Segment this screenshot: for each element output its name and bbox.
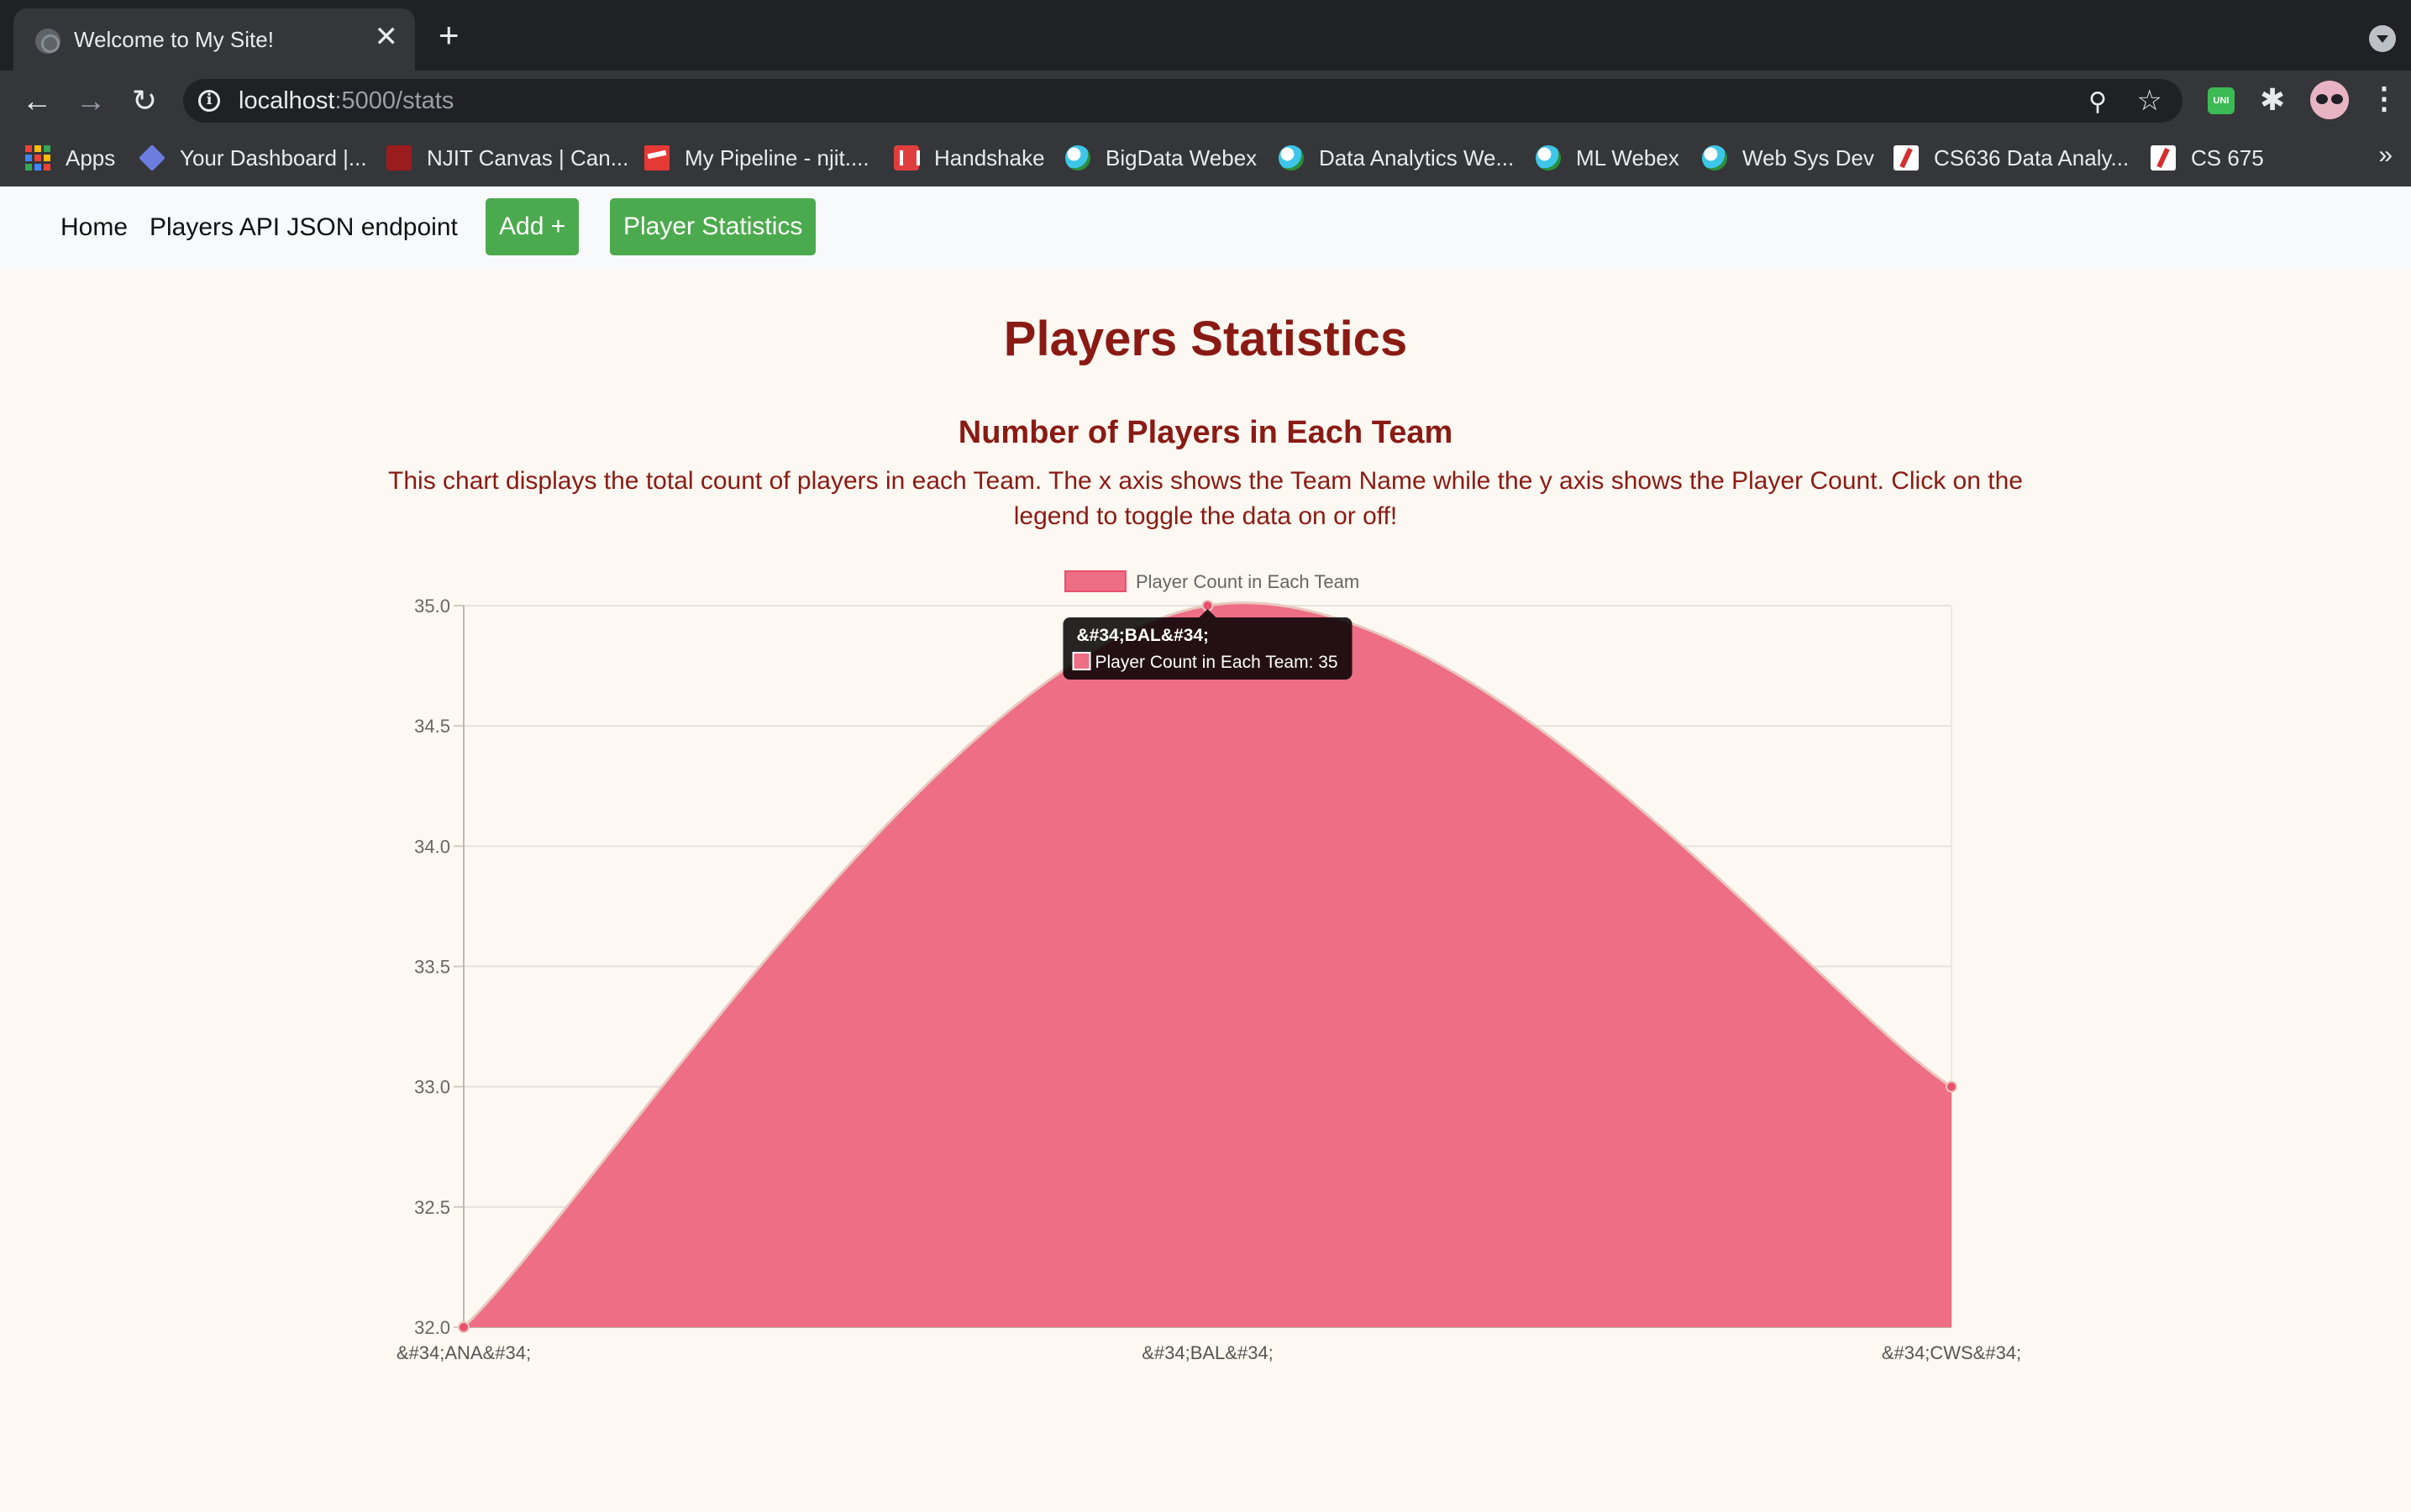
y-tick-label: 35.0 (414, 596, 450, 617)
data-point[interactable] (1946, 1080, 1957, 1093)
tooltip-label: Player Count in Each Team: 35 (1095, 653, 1338, 672)
data-point[interactable] (458, 1321, 470, 1333)
canvas-icon (2151, 145, 2176, 171)
reload-icon[interactable]: ↻ (124, 81, 165, 121)
profile-avatar[interactable] (2310, 81, 2349, 119)
bookmark-web-sys-dev[interactable]: Web Sys Dev (1702, 143, 1874, 173)
browser-toolbar: ← → ↻ localhost:5000/stats ⚲ ☆ UNI ✱ ⋮ (0, 71, 2411, 131)
bookmark-apps[interactable]: Apps (25, 143, 115, 173)
x-tick-label: &#34;BAL&#34; (1142, 1342, 1274, 1363)
webex-icon (1702, 145, 1727, 171)
handshake-icon (894, 145, 920, 171)
y-tick-label: 32.0 (414, 1317, 450, 1338)
njit-icon (386, 145, 412, 171)
bookmark-label: Handshake (934, 144, 1045, 171)
browser-tab[interactable]: Welcome to My Site! ✕ (13, 8, 415, 71)
legend-label[interactable]: Player Count in Each Team (1136, 571, 1359, 592)
tab-title: Welcome to My Site! (74, 27, 274, 52)
tooltip-swatch (1072, 652, 1091, 670)
tab-search-icon[interactable] (2369, 25, 2396, 52)
tooltip-title: &#34;BAL&#34; (1077, 626, 1210, 645)
close-tab-icon[interactable]: ✕ (375, 20, 399, 54)
url-text[interactable]: localhost:5000/stats (239, 87, 454, 115)
bookmark-njit-canvas[interactable]: NJIT Canvas | Can... (386, 143, 628, 173)
add-player-button[interactable]: Add + (486, 198, 580, 255)
url-host: localhost (239, 87, 335, 114)
chart-tooltip: &#34;BAL&#34; Player Count in Each Team: … (1063, 609, 1353, 680)
tooltip-box (1063, 617, 1353, 680)
extension-uni-icon[interactable]: UNI (2208, 87, 2235, 114)
page-title: Players Statistics (1003, 312, 1408, 366)
address-bar[interactable]: localhost:5000/stats ⚲ ☆ (183, 79, 2183, 123)
extensions-puzzle-icon[interactable]: ✱ (2260, 82, 2285, 118)
bookmark-label: CS636 Data Analy... (1934, 144, 2130, 171)
bookmark-label: Web Sys Dev (1742, 144, 1875, 171)
webex-icon (1065, 145, 1090, 171)
series-area-fill (464, 602, 1951, 1327)
bookmark-ml-webex[interactable]: ML Webex (1536, 143, 1679, 173)
diamond-icon (139, 144, 165, 171)
legend-swatch[interactable] (1064, 570, 1127, 592)
bookmark-data-analytics-webex[interactable]: Data Analytics We... (1279, 143, 1514, 173)
y-tick-label: 32.5 (414, 1197, 450, 1218)
nav-home-link[interactable]: Home (60, 213, 128, 242)
pipeline-icon (644, 145, 670, 171)
more-bookmarks-icon[interactable]: » (2378, 141, 2393, 170)
y-tick-label: 34.5 (414, 716, 450, 737)
canvas-icon (1894, 145, 1919, 171)
bookmark-bigdata-webex[interactable]: BigData Webex (1065, 143, 1257, 173)
tooltip-caret (1199, 609, 1216, 617)
bookmark-label: My Pipeline - njit.... (685, 144, 869, 171)
webex-icon (1536, 145, 1561, 171)
bookmark-label: BigData Webex (1106, 144, 1258, 171)
bookmark-label: NJIT Canvas | Can... (427, 144, 629, 171)
bookmark-label: CS 675 (2191, 144, 2264, 171)
bookmark-label: Apps (66, 144, 116, 171)
bookmarks-bar: Apps Your Dashboard |... NJIT Canvas | C… (0, 131, 2411, 186)
player-statistics-button[interactable]: Player Statistics (610, 198, 817, 255)
x-tick-label: &#34;ANA&#34; (397, 1342, 531, 1363)
bookmark-star-icon[interactable]: ☆ (2137, 84, 2162, 118)
y-tick-label: 33.5 (414, 957, 450, 978)
bookmark-pipeline[interactable]: My Pipeline - njit.... (644, 143, 869, 173)
chart-title: Number of Players in Each Team (958, 415, 1453, 450)
data-point[interactable] (1201, 600, 1214, 612)
bookmark-label: Data Analytics We... (1319, 144, 1515, 171)
apps-grid-icon (25, 145, 50, 171)
y-tick-label: 34.0 (414, 836, 450, 857)
zoom-icon[interactable]: ⚲ (2088, 87, 2107, 117)
bookmark-label: ML Webex (1576, 144, 1679, 171)
bookmark-cs675[interactable]: CS 675 (2151, 143, 2264, 173)
chart-legend[interactable]: Player Count in Each Team (1064, 570, 1359, 592)
site-info-icon[interactable] (198, 90, 220, 112)
bookmark-handshake[interactable]: Handshake (894, 143, 1045, 173)
browser-tabstrip: Welcome to My Site! ✕ + (0, 0, 2411, 71)
back-arrow-icon[interactable]: ← (17, 81, 57, 121)
x-tick-label: &#34;CWS&#34; (1882, 1342, 2021, 1363)
new-tab-button[interactable]: + (439, 18, 460, 53)
bookmark-cs636[interactable]: CS636 Data Analy... (1894, 143, 2129, 173)
url-path: :5000/stats (334, 87, 454, 114)
globe-icon (35, 29, 60, 54)
forward-arrow-icon[interactable]: → (71, 81, 111, 121)
webex-icon (1279, 145, 1304, 171)
site-navbar: Home Players API JSON endpoint Add + Pla… (0, 186, 2411, 270)
y-tick-label: 33.0 (414, 1077, 450, 1098)
browser-menu-icon[interactable]: ⋮ (2369, 81, 2399, 116)
series-line (462, 601, 1952, 1329)
nav-api-link[interactable]: Players API JSON endpoint (150, 213, 458, 242)
bookmark-dashboard[interactable]: Your Dashboard |... (139, 143, 367, 173)
bookmark-label: Your Dashboard |... (180, 144, 367, 171)
chart-description: This chart displays the total count of p… (388, 467, 2023, 530)
